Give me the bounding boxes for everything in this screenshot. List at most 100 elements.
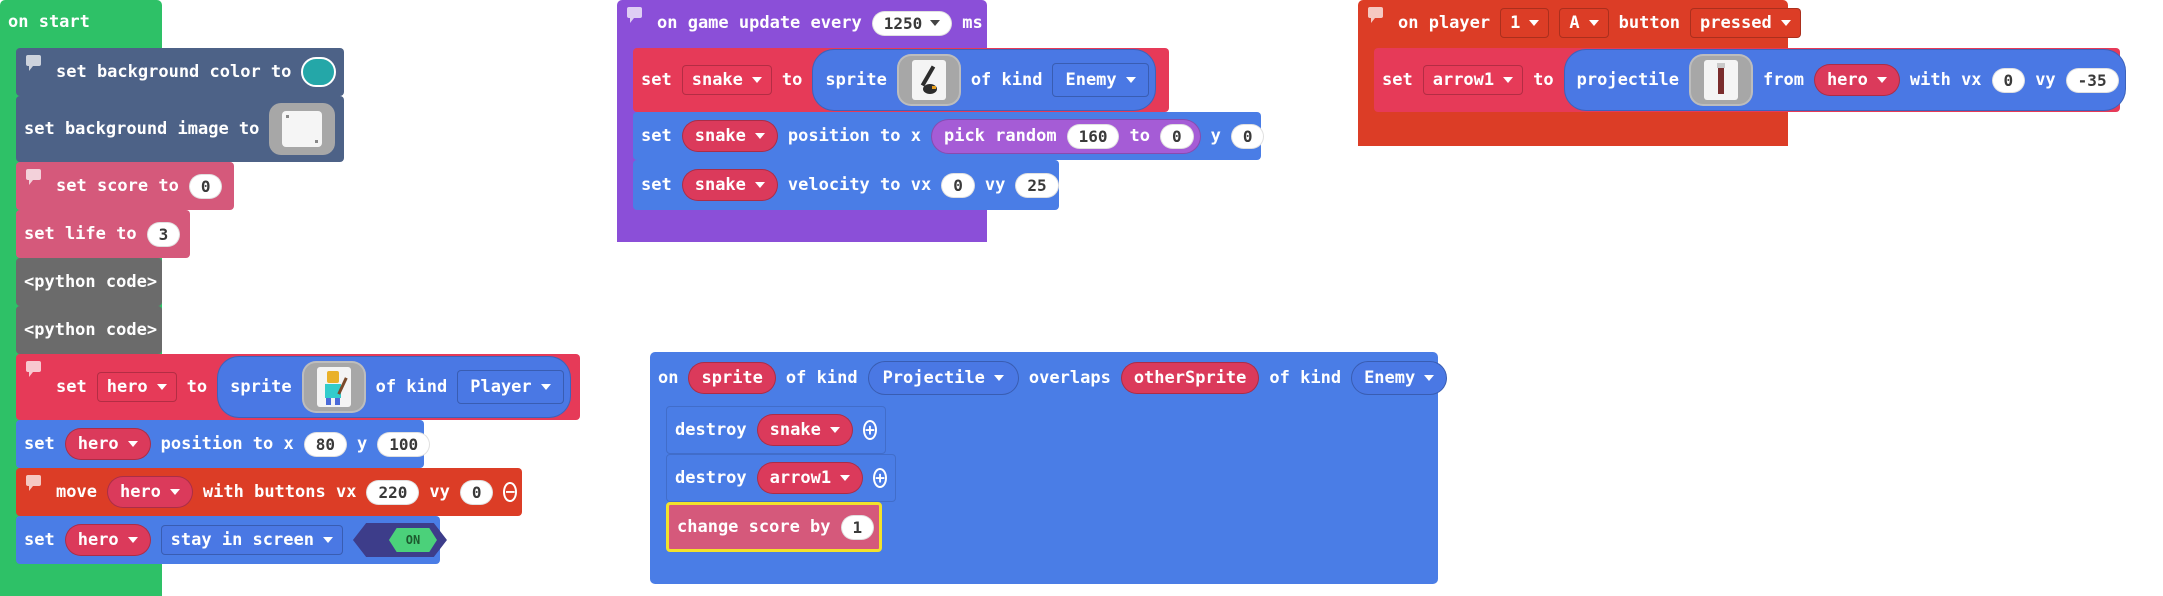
- button-event-header[interactable]: on player 1 A button pressed: [1358, 0, 1801, 46]
- property-dropdown[interactable]: stay in screen: [160, 525, 343, 555]
- position-label: position to x: [787, 126, 921, 146]
- block-label: set background image to: [24, 119, 260, 139]
- variable-dropdown[interactable]: hero: [96, 372, 177, 402]
- set-label: set: [24, 530, 55, 550]
- comment-icon[interactable]: [26, 55, 41, 71]
- minus-icon[interactable]: −: [503, 482, 518, 502]
- button-dropdown[interactable]: A: [1559, 8, 1609, 38]
- variable-dropdown[interactable]: arrow1: [756, 462, 864, 494]
- set-label: set: [641, 70, 672, 90]
- set-score-block[interactable]: set score to 0: [16, 162, 234, 210]
- score-value-input[interactable]: 0: [188, 173, 223, 199]
- projectile-image-picker[interactable]: [1688, 54, 1753, 106]
- vy-label: vy: [429, 482, 450, 502]
- toggle-switch[interactable]: ON: [352, 523, 447, 557]
- player-dropdown[interactable]: 1: [1500, 8, 1550, 38]
- set-snake-velocity-block[interactable]: set snake velocity to vx 0 vy 25: [633, 160, 1059, 210]
- comment-icon[interactable]: [627, 7, 642, 23]
- destroy-snake-block[interactable]: destroy snake +: [666, 406, 886, 454]
- sprite-image-picker[interactable]: [896, 54, 961, 106]
- vx-input[interactable]: 220: [366, 479, 420, 505]
- y-input[interactable]: 100: [377, 431, 431, 457]
- comment-icon[interactable]: [26, 475, 41, 491]
- interval-dropdown[interactable]: 1250: [871, 10, 953, 36]
- projectile-reporter[interactable]: projectile from hero with vx 0 vy -35: [1563, 49, 2126, 111]
- sprite-reporter[interactable]: sprite of kind Player: [217, 356, 571, 418]
- kind-dropdown-1[interactable]: Projectile: [867, 361, 1019, 395]
- set-background-image-block[interactable]: set background image to: [16, 96, 344, 162]
- chevron-down-icon: [1503, 77, 1514, 83]
- image-picker[interactable]: [269, 103, 336, 155]
- set-label: set: [641, 126, 672, 146]
- random-to-input[interactable]: 0: [1159, 123, 1194, 149]
- y-input[interactable]: 0: [1230, 123, 1265, 149]
- set-background-color-block[interactable]: set background color to: [16, 48, 344, 96]
- game-update-header[interactable]: on game update every 1250 ms: [617, 0, 987, 46]
- life-value-input[interactable]: 3: [146, 221, 181, 247]
- x-input[interactable]: 80: [303, 431, 347, 457]
- sprite-reporter[interactable]: sprite of kind Enemy: [812, 49, 1156, 111]
- source-name: hero: [1826, 70, 1868, 90]
- variable-dropdown[interactable]: snake: [681, 65, 772, 95]
- variable-dropdown[interactable]: arrow1: [1422, 65, 1524, 95]
- toggle-on-label: ON: [388, 528, 437, 552]
- variable-name: hero: [77, 434, 119, 454]
- comment-icon[interactable]: [1368, 7, 1383, 23]
- to-label: to: [1129, 126, 1150, 146]
- variable-dropdown[interactable]: snake: [756, 414, 853, 446]
- y-label: y: [1210, 126, 1221, 146]
- player-number: 1: [1510, 13, 1521, 33]
- to-label: to: [781, 70, 803, 90]
- python-code-block-2[interactable]: <python code>: [16, 306, 162, 354]
- plus-icon[interactable]: +: [873, 468, 887, 488]
- python-code-block-1[interactable]: <python code>: [16, 258, 162, 306]
- variable-dropdown[interactable]: hero: [64, 428, 151, 460]
- chevron-down-icon: [169, 489, 180, 495]
- comment-icon[interactable]: [26, 361, 41, 377]
- kind-name: Projectile: [882, 368, 985, 388]
- move-with-buttons-block[interactable]: move hero with buttons vx 220 vy 0 −: [16, 468, 522, 516]
- vy-input[interactable]: 0: [459, 479, 494, 505]
- other-sprite-param[interactable]: otherSprite: [1120, 362, 1260, 394]
- vx-input[interactable]: 0: [941, 172, 975, 198]
- source-dropdown[interactable]: hero: [1813, 64, 1900, 96]
- vy-input[interactable]: 25: [1015, 172, 1059, 198]
- sprite-param[interactable]: sprite: [688, 362, 776, 394]
- change-value-input[interactable]: 1: [840, 514, 875, 540]
- chevron-down-icon: [322, 537, 333, 543]
- sprite-image-picker[interactable]: [301, 361, 366, 413]
- set-snake-position-block[interactable]: set snake position to x pick random 160 …: [633, 112, 1265, 160]
- action-name: pressed: [1700, 13, 1772, 33]
- variable-dropdown[interactable]: hero: [64, 524, 151, 556]
- plus-icon[interactable]: +: [862, 420, 877, 440]
- chevron-down-icon: [840, 475, 851, 481]
- change-score-block[interactable]: change score by 1: [666, 502, 882, 552]
- variable-dropdown[interactable]: snake: [681, 169, 778, 201]
- set-arrow-projectile-block[interactable]: set arrow1 to projectile from hero with …: [1374, 48, 2126, 112]
- set-hero-position-block[interactable]: set hero position to x 80 y 100: [16, 420, 431, 468]
- kind-dropdown[interactable]: Player: [457, 370, 564, 404]
- comment-icon[interactable]: [26, 169, 41, 185]
- chevron-down-icon: [754, 182, 765, 188]
- set-hero-sprite-block[interactable]: set hero to sprite of kind Player: [16, 354, 580, 420]
- random-from-input[interactable]: 160: [1066, 123, 1120, 149]
- action-dropdown[interactable]: pressed: [1690, 8, 1801, 38]
- vx-input[interactable]: 0: [1991, 67, 2026, 93]
- interval-value: 1250: [883, 13, 923, 33]
- set-stay-in-screen-block[interactable]: set hero stay in screen ON: [16, 516, 447, 564]
- variable-dropdown[interactable]: hero: [106, 476, 193, 508]
- set-snake-sprite-block[interactable]: set snake to sprite of kind Enemy: [633, 48, 1169, 112]
- variable-name: arrow1: [1432, 70, 1495, 90]
- pick-random-reporter[interactable]: pick random 160 to 0: [930, 118, 1201, 154]
- vy-input[interactable]: -35: [2065, 67, 2119, 93]
- chevron-down-icon: [1876, 77, 1887, 83]
- color-swatch[interactable]: [301, 57, 336, 87]
- variable-dropdown[interactable]: snake: [681, 120, 778, 152]
- kind-dropdown[interactable]: Enemy: [1052, 63, 1149, 97]
- chevron-down-icon: [1780, 20, 1791, 26]
- unit-label: ms: [962, 13, 983, 33]
- set-life-block[interactable]: set life to 3: [16, 210, 190, 258]
- destroy-arrow-block[interactable]: destroy arrow1 +: [666, 454, 896, 502]
- kind-dropdown-2[interactable]: Enemy: [1351, 361, 1448, 395]
- overlap-header[interactable]: on sprite of kind Projectile overlaps ot…: [650, 352, 1448, 404]
